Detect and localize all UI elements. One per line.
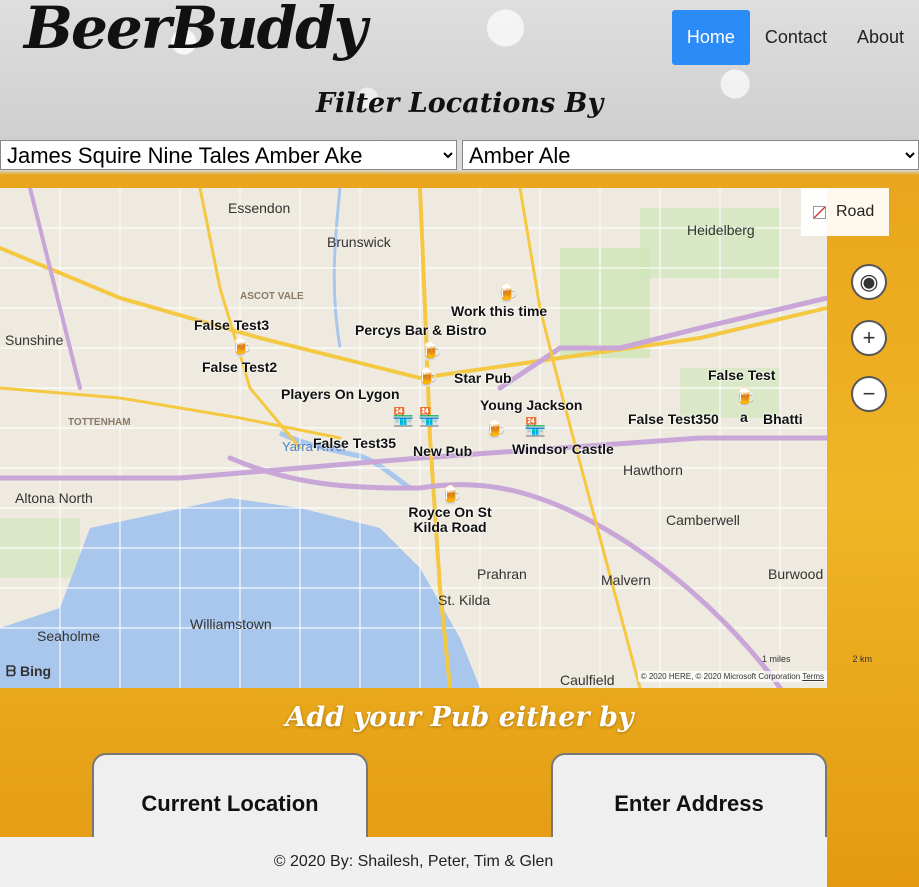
scale-miles: 1 miles [762, 654, 791, 664]
pub-marker-icon[interactable]: 🍺 [734, 386, 756, 408]
suburb-label: TOTTENHAM [68, 417, 131, 428]
suburb-label: Williamstown [190, 616, 272, 632]
suburb-label: Essendon [228, 200, 291, 216]
zoom-out-button[interactable]: − [851, 376, 887, 412]
map[interactable]: Essendon Brunswick Heidelberg Sunshine A… [0, 188, 827, 688]
pub-label[interactable]: False Test [708, 368, 775, 383]
map-layer-label: Road [836, 203, 875, 220]
pub-label[interactable]: Percys Bar & Bistro [355, 323, 487, 338]
pub-label[interactable]: Work this time [451, 304, 547, 319]
map-base [0, 188, 827, 688]
suburb-label: Caulfield [560, 672, 615, 688]
suburb-label: St. Kilda [438, 592, 491, 608]
map-layer-toggle[interactable]: Road [801, 188, 889, 236]
pub-marker-icon[interactable]: 🏪 [392, 406, 414, 428]
map-terms-link[interactable]: Terms [802, 672, 824, 681]
suburb-label: Hawthorn [623, 462, 683, 478]
pub-marker-icon[interactable]: 🏪 [524, 416, 546, 438]
pub-label[interactable]: False Test3 [194, 318, 269, 333]
pub-label[interactable]: Bhatti [763, 412, 803, 427]
suburb-label: Heidelberg [687, 222, 755, 238]
pub-marker-icon[interactable]: 🍺 [440, 484, 462, 506]
pub-marker-icon[interactable]: 🍺 [230, 336, 252, 358]
pub-label[interactable]: Players On Lygon [281, 387, 400, 402]
locate-me-button[interactable]: ◉ [851, 264, 887, 300]
pub-marker-icon[interactable]: 🍺 [416, 366, 438, 388]
bing-logo[interactable]: ᗷ Bing [6, 663, 51, 680]
pub-label[interactable]: Windsor Castle [512, 442, 614, 457]
minus-icon: − [862, 381, 876, 406]
pub-label[interactable]: False Test35 [313, 436, 396, 451]
pub-label[interactable]: Royce On St Kilda Road [405, 505, 495, 535]
pub-label[interactable]: Star Pub [454, 371, 512, 386]
footer: © 2020 By: Shailesh, Peter, Tim & Glen [0, 837, 827, 887]
pub-marker-icon[interactable]: 🏪 [418, 406, 440, 428]
suburb-label: Burwood Station [768, 566, 827, 582]
plus-icon: + [862, 325, 876, 350]
suburb-label: Malvern [601, 572, 651, 588]
main-nav: Home Contact About [671, 10, 919, 65]
pub-label[interactable]: Young Jackson [480, 398, 582, 413]
suburb-label: Sunshine [5, 332, 64, 348]
pub-marker-icon[interactable]: 🍺 [420, 340, 442, 362]
pub-label[interactable]: New Pub [413, 444, 472, 459]
pub-label[interactable]: False Test2 [202, 360, 277, 375]
target-icon: ◉ [859, 269, 879, 294]
river-label: Yarra River [282, 439, 347, 454]
suburb-label: Seaholme [37, 628, 101, 644]
map-scale: 1 miles 2 km [762, 654, 872, 664]
beer-style-select[interactable]: Amber Ale [462, 140, 919, 170]
nav-contact[interactable]: Contact [750, 10, 842, 65]
pub-marker-icon[interactable]: 🍺 [484, 418, 506, 440]
zoom-in-button[interactable]: + [851, 320, 887, 356]
nav-home[interactable]: Home [671, 10, 750, 65]
suburb-label: Altona North [15, 490, 93, 506]
suburb-label: Camberwell [666, 512, 740, 528]
scale-km: 2 km [852, 654, 873, 664]
filter-title: Filter Locations By [315, 88, 604, 119]
road-layer-icon [813, 205, 826, 219]
nav-about[interactable]: About [842, 10, 919, 65]
suburb-label: ASCOT VALE [240, 291, 304, 302]
suburb-label: Brunswick [327, 234, 391, 250]
beer-select[interactable]: James Squire Nine Tales Amber Ake [0, 140, 457, 170]
pub-label[interactable]: a [740, 410, 748, 425]
pub-marker-icon[interactable]: 🍺 [496, 282, 518, 304]
add-pub-title: Add your Pub either by [285, 702, 634, 733]
logo[interactable]: BeerBuddy [24, 0, 367, 62]
map-attribution: © 2020 HERE, © 2020 Microsoft Corporatio… [637, 671, 827, 682]
bing-icon: ᗷ [6, 663, 20, 679]
map-copyright: © 2020 HERE, © 2020 Microsoft Corporatio… [640, 672, 801, 681]
suburb-label: Prahran [477, 566, 527, 582]
bing-label: Bing [20, 663, 52, 679]
pub-label[interactable]: False Test350 [628, 412, 719, 427]
